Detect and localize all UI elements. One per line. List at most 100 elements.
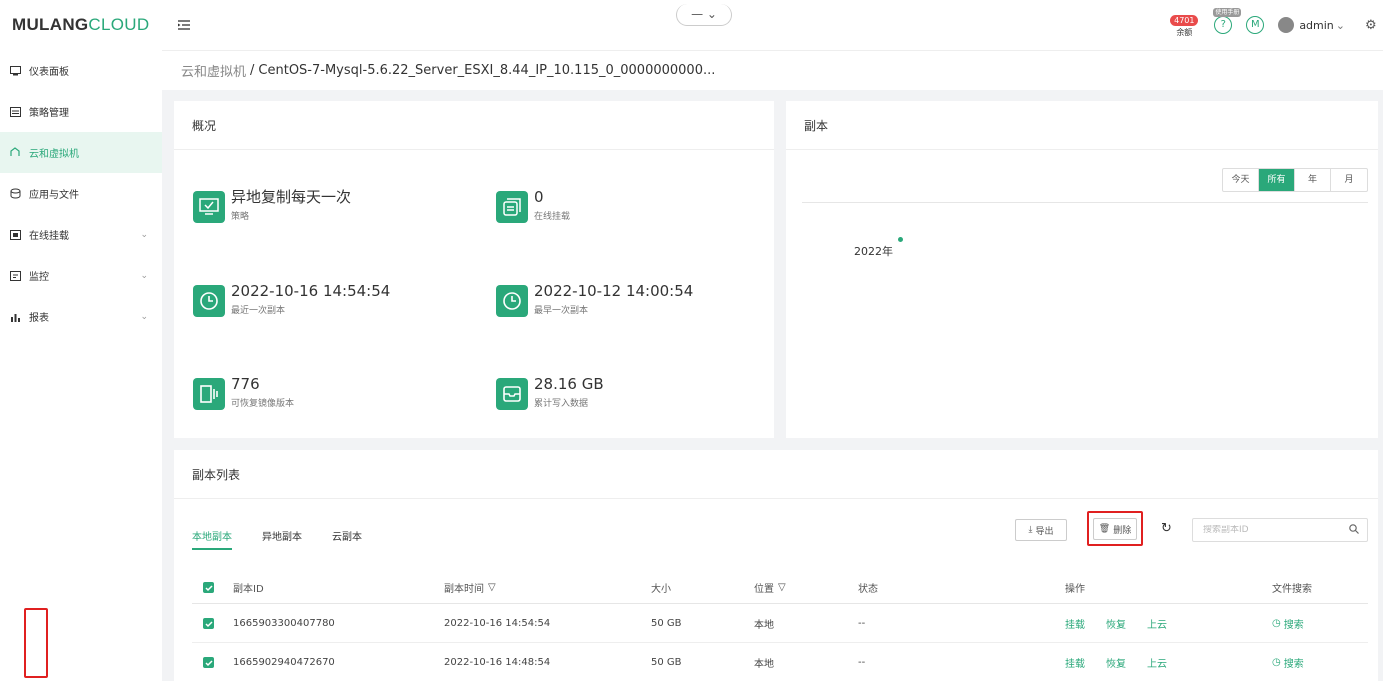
balance[interactable]: 4701 余额 [1164,12,1204,38]
sidebar-item-label: 策略管理 [29,108,69,119]
dashboard-icon [9,65,21,77]
filter-month[interactable]: 月 [1331,169,1367,191]
action-restore[interactable]: 恢复 [1106,644,1126,681]
file-search-link[interactable]: ◷ 搜索 [1272,644,1304,681]
col-file-search: 文件搜索 [1272,584,1312,595]
username: admin [1299,18,1334,32]
list-tabs: 本地副本 异地副本 云副本 [192,528,392,550]
file-search-label: 搜索 [1283,620,1304,631]
filter-year[interactable]: 年 [1295,169,1331,191]
chevron-down-icon: ⌄ [140,270,148,281]
sidebar-item-report[interactable]: 报表 ⌄ [0,296,162,337]
monitor-icon [9,270,21,282]
download-icon: ⤓ [1028,525,1033,535]
table-row: 1665903300407780 2022-10-16 14:54:54 50 … [192,605,1368,643]
delete-button[interactable]: 🗑 删除 [1093,518,1137,540]
stat-value: 2022-10-12 14:00:54 [534,282,694,300]
clock-icon [193,285,225,317]
check-icon [203,582,214,593]
clock-icon [496,285,528,317]
sidebar-item-app-file[interactable]: 应用与文件 [0,173,162,214]
header-right: 4701 余额 使用手册? M admin ⌄ ⚙ [1164,8,1383,40]
sidebar-item-cloud-vm[interactable]: 云和虚拟机 [0,132,162,173]
action-mount[interactable]: 挂载 [1065,605,1085,642]
sidebar-item-label: 云和虚拟机 [29,149,79,160]
action-mount[interactable]: 挂载 [1065,644,1085,681]
logo[interactable]: MUL A NG CLOUD [0,0,162,50]
user-menu[interactable]: admin ⌄ [1278,17,1345,33]
overview-title: 概况 [174,101,774,150]
breadcrumb-current: CentOS-7-Mysql-5.6.22_Server_ESXI_8.44_I… [258,63,716,78]
stat-value: 0 [534,188,544,206]
trash-icon: 🗑 [1098,524,1111,534]
policy-icon [9,106,21,118]
gear-icon[interactable]: ⚙ [1365,18,1379,33]
replica-list-panel: 副本列表 本地副本 异地副本 云副本 ⤓ 导出 🗑 删除 ↻ 副本ID 副本时间… [174,450,1378,681]
m-icon[interactable]: M [1246,16,1265,34]
action-upload-cloud[interactable]: 上云 [1147,605,1167,642]
filter-all[interactable]: 所有 [1259,169,1295,191]
col-location[interactable]: 位置 ▽ [754,572,786,603]
sidebar-item-label: 应用与文件 [29,190,79,201]
manual-icon[interactable]: 使用手册? [1213,8,1242,34]
tab-cloud[interactable]: 云副本 [332,528,362,550]
row-checkbox[interactable] [203,644,214,681]
avatar [1278,17,1295,33]
stat-earliest: 2022-10-12 14:00:54 最早一次副本 [496,281,693,317]
checkbox-highlight [24,608,48,678]
sidebar-item-dashboard[interactable]: 仪表面板 [0,50,162,91]
action-upload-cloud[interactable]: 上云 [1147,644,1167,681]
breadcrumb-parent[interactable]: 云和虚拟机 [181,61,246,80]
clock-icon: ◷ [1272,618,1281,629]
replica-panel: 副本 今天 所有 年 月 2022年 [786,101,1378,438]
filter-icon[interactable]: ▽ [488,582,496,593]
sidebar-item-label: 报表 [29,313,49,324]
mount-icon [9,229,21,241]
action-restore[interactable]: 恢复 [1106,605,1126,642]
cell-size: 50 GB [651,657,682,668]
stat-value: 2022-10-16 14:54:54 [231,282,391,300]
timeline-year[interactable]: 2022年 [854,243,893,259]
filter-today[interactable]: 今天 [1223,169,1259,191]
sidebar-item-label: 监控 [29,272,49,283]
delete-highlight: 🗑 删除 [1087,511,1143,546]
search-box [1192,518,1368,542]
sidebar-item-policy[interactable]: 策略管理 [0,91,162,132]
topbar: — ⌄ 4701 余额 使用手册? M admin ⌄ ⚙ [162,0,1383,50]
export-label: 导出 [1035,526,1054,537]
menu-fold-icon[interactable] [177,18,191,32]
select-all-checkbox[interactable] [203,572,214,603]
search-input[interactable] [1203,525,1343,535]
col-time-label: 副本时间 [444,584,484,595]
search-icon[interactable] [1349,524,1359,537]
collapse-tab[interactable]: — ⌄ [676,4,732,26]
export-button[interactable]: ⤓ 导出 [1015,519,1067,541]
col-time[interactable]: 副本时间 ▽ [444,572,496,603]
logo-text-1: MUL [12,15,50,34]
stat-label: 累计写入数据 [534,399,589,409]
sidebar-item-label: 仪表面板 [29,67,69,78]
refresh-icon[interactable]: ↻ [1161,521,1172,536]
tab-local[interactable]: 本地副本 [192,528,232,550]
row-checkbox[interactable] [203,605,214,642]
report-icon [9,311,21,323]
cell-time: 2022-10-16 14:48:54 [444,657,551,668]
col-location-label: 位置 [754,584,774,595]
stat-label: 最近一次副本 [231,306,286,316]
clock-icon: ◷ [1272,657,1281,668]
delete-label: 删除 [1113,525,1132,536]
filter-icon[interactable]: ▽ [778,582,786,593]
time-filter: 今天 所有 年 月 [1222,168,1368,192]
stat-label: 最早一次副本 [534,306,589,316]
tab-remote[interactable]: 异地副本 [262,528,302,550]
stat-value: 异地复制每天一次 [231,188,352,206]
logo-text-2: NG [62,15,89,34]
table-row: 1665902940472670 2022-10-16 14:48:54 50 … [192,644,1368,681]
stat-value: 28.16 GB [534,375,604,393]
stat-label: 策略 [231,212,250,222]
sidebar-item-monitor[interactable]: 监控 ⌄ [0,255,162,296]
year-dot[interactable] [898,237,903,242]
stat-written: 28.16 GB 累计写入数据 [496,374,604,410]
sidebar-item-mount[interactable]: 在线挂载 ⌄ [0,214,162,255]
file-search-link[interactable]: ◷ 搜索 [1272,605,1304,642]
